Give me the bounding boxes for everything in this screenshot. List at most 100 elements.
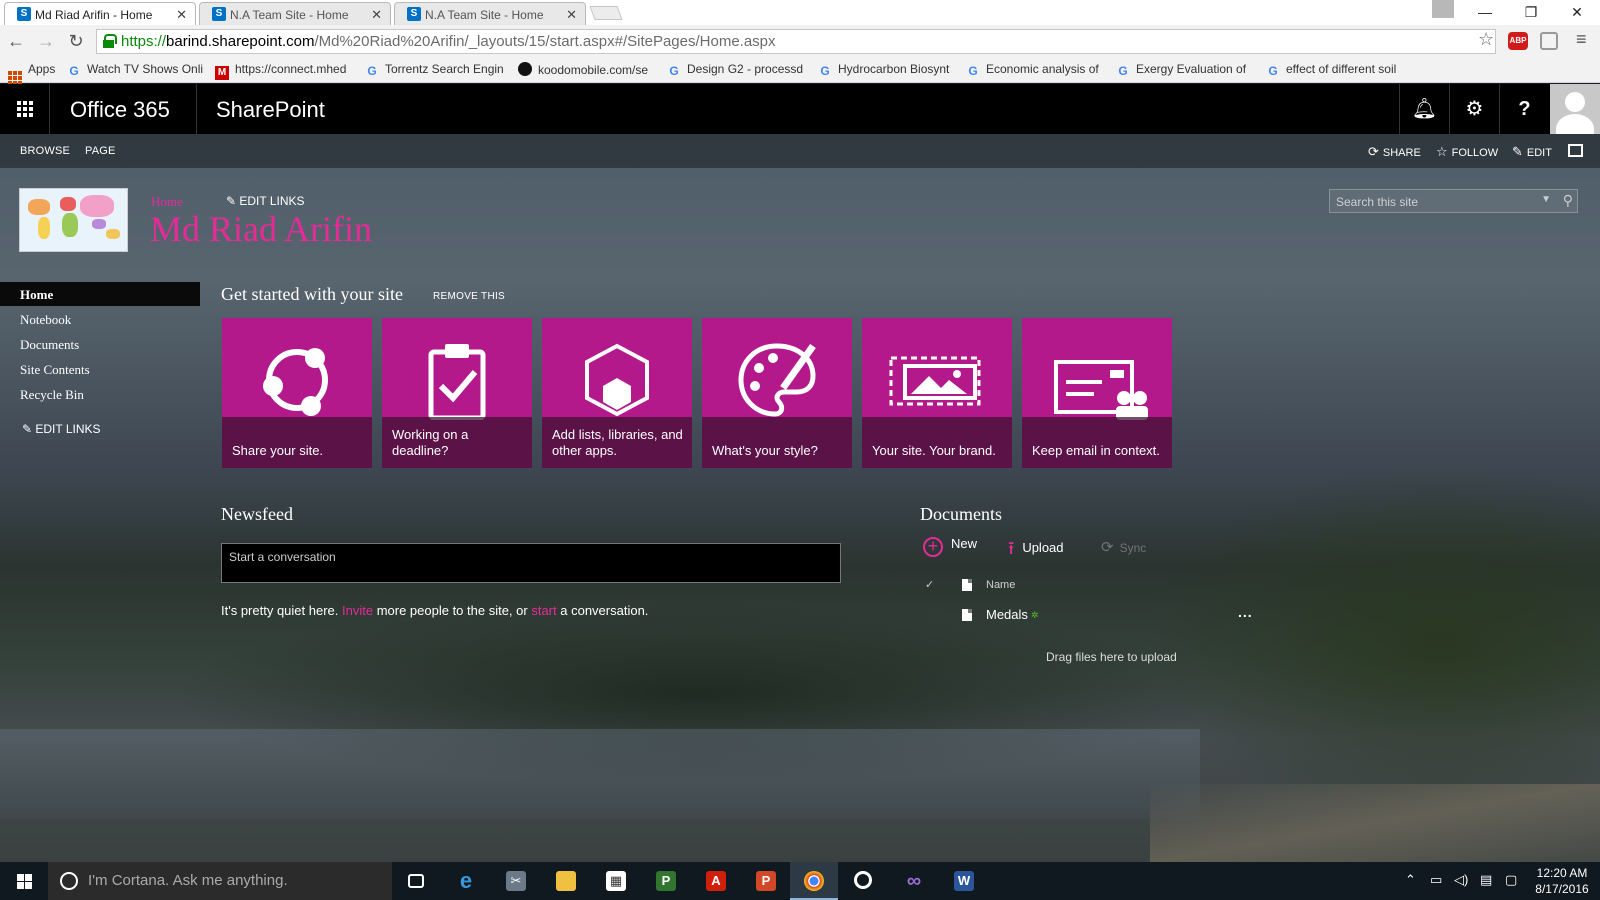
search-icon[interactable]: ⚲ bbox=[1563, 192, 1573, 209]
extension-icon[interactable] bbox=[1540, 32, 1558, 50]
powerpoint-icon[interactable]: P bbox=[742, 862, 790, 900]
task-view-icon[interactable] bbox=[392, 862, 440, 900]
network-icon[interactable]: ▤ bbox=[1480, 872, 1492, 888]
bookmark-star-icon[interactable]: ☆ bbox=[1478, 29, 1494, 50]
media-icon[interactable] bbox=[840, 862, 888, 900]
edit-links-nav-button[interactable]: ✎ EDIT LINKS bbox=[22, 422, 101, 436]
new-document-button[interactable]: + New bbox=[923, 536, 977, 557]
bookmark-item[interactable]: Mhttps://connect.mhed bbox=[215, 62, 355, 80]
bell-icon[interactable]: 🔔︎ bbox=[1399, 84, 1449, 134]
close-tab-icon[interactable]: ✕ bbox=[566, 7, 577, 23]
upload-button[interactable]: ⭱ Upload bbox=[1008, 536, 1064, 566]
windows-logo-icon bbox=[17, 874, 32, 889]
edit-links-top-button[interactable]: ✎ EDIT LINKS bbox=[226, 194, 305, 208]
tile-your-site-your-brand[interactable]: Your site. Your brand. bbox=[862, 318, 1012, 468]
visual-studio-icon[interactable]: ∞ bbox=[890, 862, 938, 900]
close-tab-icon[interactable]: ✕ bbox=[371, 7, 382, 23]
search-input[interactable]: Search this site ▼ ⚲ bbox=[1329, 189, 1578, 213]
google-icon: G bbox=[1118, 64, 1128, 78]
snipping-tool-icon[interactable]: ✂ bbox=[492, 862, 540, 900]
volume-icon[interactable]: ◁) bbox=[1454, 872, 1468, 888]
tile-share-your-site[interactable]: Share your site. bbox=[222, 318, 372, 468]
start-link[interactable]: start bbox=[531, 603, 556, 618]
address-bar[interactable]: https://barind.sharepoint.com/Md%20Riad%… bbox=[96, 29, 1496, 54]
focus-on-content-icon[interactable] bbox=[1568, 144, 1583, 157]
invite-link[interactable]: Invite bbox=[342, 603, 373, 618]
url-domain: barind.sharepoint.com bbox=[166, 33, 315, 50]
sync-button[interactable]: ⟳ Sync bbox=[1101, 538, 1146, 556]
system-clock[interactable]: 12:20 AM 8/17/2016 bbox=[1532, 865, 1592, 897]
chevron-down-icon[interactable]: ▼ bbox=[1541, 194, 1551, 205]
tile-working-on-deadline[interactable]: Working on a deadline? bbox=[382, 318, 532, 468]
word-icon[interactable]: W bbox=[940, 862, 988, 900]
minimize-icon[interactable]: — bbox=[1462, 0, 1508, 25]
bookmark-item[interactable]: G Hydrocarbon Biosynt bbox=[818, 62, 958, 78]
nav-item-site-contents[interactable]: Site Contents bbox=[0, 357, 200, 381]
nav-item-notebook[interactable]: Notebook bbox=[0, 307, 200, 331]
site-logo[interactable] bbox=[19, 188, 128, 252]
follow-button[interactable]: ☆ FOLLOW bbox=[1436, 144, 1498, 160]
bookmark-item[interactable]: Geffect of different soil bbox=[1266, 62, 1416, 78]
tile-add-lists-libraries[interactable]: Add lists, libraries, and other apps. bbox=[542, 318, 692, 468]
battery-icon[interactable]: ▭ bbox=[1430, 872, 1442, 888]
file-explorer-icon[interactable] bbox=[542, 862, 590, 900]
nav-item-documents[interactable]: Documents bbox=[0, 332, 200, 356]
name-column-header[interactable]: Name bbox=[986, 579, 1015, 591]
site-title[interactable]: Md Riad Arifin bbox=[150, 208, 372, 250]
gear-icon[interactable]: ⚙ bbox=[1449, 84, 1499, 134]
browser-tab-na-team-site-2[interactable]: S N.A Team Site - Home ✕ bbox=[394, 2, 586, 25]
share-button[interactable]: ⟳ SHARE bbox=[1368, 144, 1421, 160]
user-avatar[interactable] bbox=[1550, 84, 1600, 134]
close-tab-icon[interactable]: ✕ bbox=[176, 7, 187, 23]
bookmark-item[interactable]: G Watch TV Shows Onli bbox=[67, 62, 207, 78]
clipboard-check-icon bbox=[428, 344, 486, 420]
bookmark-item[interactable]: G Design G2 - processd bbox=[667, 62, 807, 78]
bookmark-item[interactable]: G Torrentz Search Engin bbox=[365, 62, 505, 78]
bookmark-label: Torrentz Search Engin bbox=[385, 62, 504, 76]
document-name[interactable]: Medals bbox=[986, 607, 1028, 622]
tile-keep-email-in-context[interactable]: Keep email in context. bbox=[1022, 318, 1172, 468]
edit-button[interactable]: ✎ EDIT bbox=[1512, 144, 1552, 160]
more-options-icon[interactable]: ... bbox=[1238, 604, 1253, 620]
project-icon[interactable]: P bbox=[642, 862, 690, 900]
browser-tab-na-team-site[interactable]: S N.A Team Site - Home ✕ bbox=[199, 2, 391, 25]
start-button[interactable] bbox=[0, 862, 48, 900]
back-icon[interactable]: ← bbox=[4, 29, 28, 53]
browser-profile-icon[interactable] bbox=[1432, 0, 1454, 18]
document-row-medals[interactable]: Medals ✲ bbox=[986, 607, 1038, 622]
bookmark-item[interactable]: G Economic analysis of bbox=[966, 62, 1106, 78]
reload-icon[interactable]: ↻ bbox=[64, 29, 88, 53]
tile-whats-your-style[interactable]: What's your style? bbox=[702, 318, 852, 468]
tab-page[interactable]: PAGE bbox=[85, 145, 116, 157]
help-icon[interactable]: ? bbox=[1499, 84, 1549, 134]
nav-item-recycle-bin[interactable]: Recycle Bin bbox=[0, 382, 200, 406]
select-all-checkmark[interactable]: ✓ bbox=[925, 578, 934, 591]
bookmark-item[interactable]: G Exergy Evaluation of bbox=[1116, 62, 1256, 78]
new-tab-button[interactable] bbox=[589, 6, 623, 20]
restore-icon[interactable]: ❐ bbox=[1508, 0, 1554, 25]
tile-label: Your site. Your brand. bbox=[872, 443, 996, 458]
newsfeed-heading: Newsfeed bbox=[221, 504, 293, 524]
acrobat-icon[interactable]: A bbox=[692, 862, 740, 900]
bookmark-apps[interactable]: Apps bbox=[8, 62, 60, 85]
close-window-icon[interactable]: ✕ bbox=[1554, 0, 1600, 25]
adblock-plus-icon[interactable]: ABP bbox=[1508, 32, 1528, 50]
browser-tab-md-riad-arifin[interactable]: S Md Riad Arifin - Home ✕ bbox=[4, 2, 196, 25]
edge-icon[interactable]: e bbox=[442, 862, 490, 900]
store-icon[interactable]: ▦ bbox=[592, 862, 640, 900]
documents-heading[interactable]: Documents bbox=[920, 504, 1002, 525]
app-launcher-icon[interactable] bbox=[0, 84, 50, 134]
action-center-icon[interactable]: ▢ bbox=[1505, 872, 1517, 888]
nav-item-home[interactable]: Home bbox=[0, 282, 200, 306]
forward-icon[interactable]: → bbox=[34, 29, 58, 53]
sharepoint-app-name[interactable]: SharePoint bbox=[216, 97, 325, 123]
office-365-brand[interactable]: Office 365 bbox=[70, 97, 170, 123]
remove-this-link[interactable]: REMOVE THIS bbox=[433, 291, 505, 302]
cortana-search-box[interactable]: I'm Cortana. Ask me anything. bbox=[48, 862, 392, 900]
show-hidden-icons-icon[interactable]: ⌃ bbox=[1405, 872, 1416, 888]
chrome-icon[interactable] bbox=[790, 862, 838, 900]
tab-browse[interactable]: BROWSE bbox=[20, 145, 70, 157]
bookmark-item[interactable]: koodomobile.com/se bbox=[518, 62, 658, 77]
start-conversation-input[interactable]: Start a conversation bbox=[221, 543, 841, 583]
browser-menu-icon[interactable]: ≡ bbox=[1576, 29, 1587, 50]
